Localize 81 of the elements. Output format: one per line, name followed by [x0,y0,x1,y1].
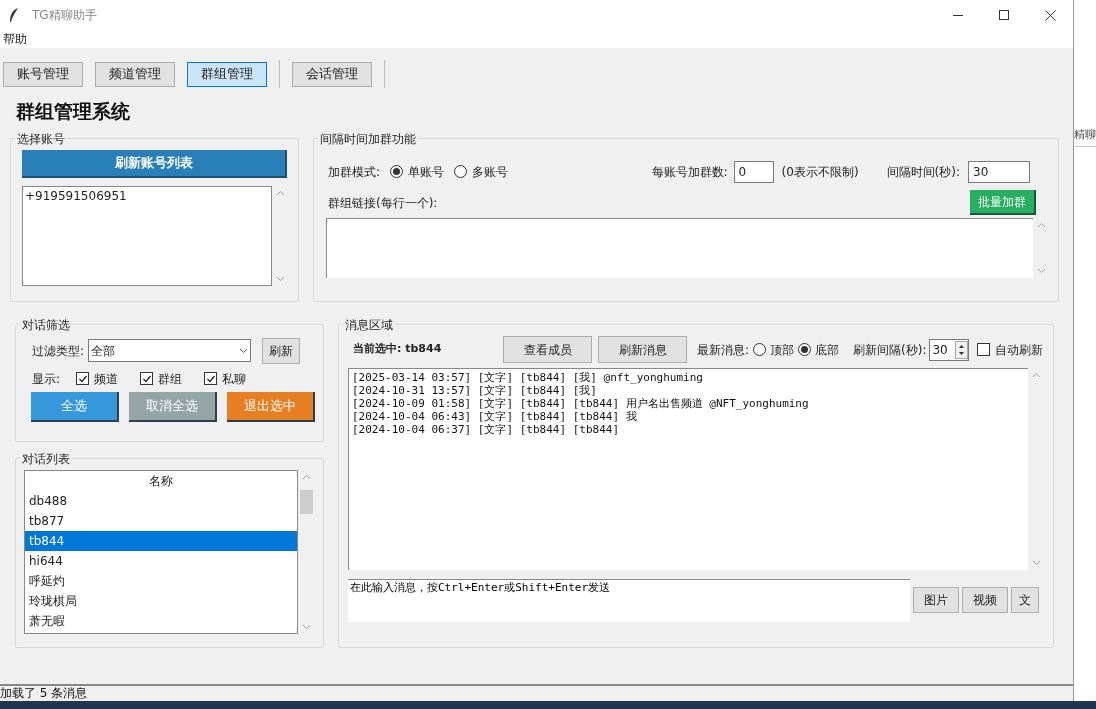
checkbox-label[interactable]: 群组 [158,369,183,388]
mode-label: 加群模式: [328,163,381,181]
filter-type-label: 过滤类型: [32,342,85,360]
conversation-row[interactable]: 萧无暇 [25,610,298,631]
chevron-down-icon [239,347,249,354]
scroll-down-icon[interactable] [1032,559,1041,566]
checkbox[interactable] [140,372,154,385]
conversation-row[interactable]: tb844 [25,530,298,551]
checkbox-label[interactable]: 频道 [94,369,119,388]
interval-field[interactable]: 30 [968,160,1030,183]
tab[interactable]: 账号管理 [3,61,83,87]
conversation-row[interactable]: tb877 [25,510,298,531]
conversation-row[interactable]: hi644 [25,550,298,571]
page-heading: 群组管理系统 [15,99,131,124]
scroll-up-icon[interactable] [1037,221,1046,228]
radio-label[interactable]: 底部 [815,340,840,359]
message-line: [2024-10-04 06:37] [文字] [tb844] [tb844] [352,422,621,436]
group-title: 对话列表 [21,450,71,468]
window-title: TG精聊助手 [32,7,97,24]
account-list[interactable]: +919591506951 [22,185,272,286]
message-log[interactable] [348,367,1028,570]
refresh-interval-spinbox[interactable]: 30 [929,338,970,361]
checkbox[interactable] [204,372,218,385]
menu-item[interactable]: 帮助 [0,30,30,48]
message-input[interactable]: 在此输入消息，按Ctrl+Enter或Shift+Enter发送 [348,578,910,622]
column-header[interactable]: 名称 [25,470,298,491]
message-line: [2024-10-09 01:58] [文字] [tb844] [tb844] 用户名出售频道 @NFT_yonghuming [352,396,810,410]
show-label: 显示: [32,370,61,388]
checkbox[interactable] [76,372,90,385]
scroll-thumb[interactable] [300,489,314,514]
group-title: 选择账号 [16,130,66,148]
current-selection: 当前选中: tb844 [353,341,443,358]
attach-button[interactable]: 图片 [913,587,959,613]
scroll-down-icon[interactable] [302,623,312,630]
message-button[interactable]: 刷新消息 [598,336,687,363]
radio-label[interactable]: 单账号 [408,162,445,181]
scroll-down-icon[interactable] [1037,267,1046,274]
scroll-up-icon[interactable] [1032,371,1041,378]
status-bar: 加载了 5 条消息 [0,684,1073,701]
refresh-accounts-button[interactable]: 刷新账号列表 [22,149,287,178]
refresh-interval-label: 刷新间隔(秒): [853,341,927,359]
group-title: 间隔时间加群功能 [319,130,417,148]
filter-refresh-button[interactable]: 刷新 [262,337,301,364]
feather-icon [8,7,20,23]
message-line: [2024-10-04 06:43] [文字] [tb844] [tb844] 我 [352,409,638,423]
message-button[interactable]: 查看成员 [503,336,592,363]
message-line: [2024-10-31 13:57] [文字] [tb844] [我] [352,383,598,397]
attach-button[interactable]: 文 [1011,587,1039,613]
background-window-text: 精聊 [1074,127,1096,147]
spinner-arrows-icon [955,340,969,359]
tab[interactable]: 群组管理 [187,61,267,87]
checkbox-label[interactable]: 私聊 [222,369,247,388]
message-line: [2025-03-14 03:57] [文字] [tb844] [我] @nft_yonghuming [352,370,704,384]
checkbox[interactable] [977,343,991,356]
tab[interactable]: 频道管理 [95,61,175,87]
scroll-down-icon[interactable] [276,275,285,282]
per-account-label: 每账号加群数: [651,163,728,181]
radio-button[interactable] [753,343,767,356]
scroll-up-icon[interactable] [302,473,312,480]
radio-label[interactable]: 多账号 [472,162,509,181]
filter-type-dropdown[interactable]: 全部 [88,339,252,362]
conversation-row[interactable]: db488 [25,490,298,511]
tab[interactable]: 会话管理 [292,61,372,87]
group-links-field[interactable] [326,217,1033,278]
conversation-row[interactable]: 呼延灼 [25,570,298,591]
radio-button[interactable] [798,343,812,356]
radio-button[interactable] [390,165,404,178]
group-title: 消息区域 [344,316,394,334]
group-title: 对话筛选 [21,316,71,334]
per-account-field[interactable]: 0 [733,160,774,183]
attach-button[interactable]: 视频 [962,587,1008,613]
scroll-up-icon[interactable] [276,189,285,196]
radio-button[interactable] [454,165,468,178]
account-item[interactable]: +919591506951 [25,186,269,205]
links-label: 群组链接(每行一个): [328,194,438,212]
conversation-row[interactable]: 玲珑棋局 [25,590,298,611]
latest-label: 最新消息: [697,341,750,359]
interval-label: 间隔时间(秒): [886,163,960,181]
checkbox-label[interactable]: 自动刷新 [995,340,1044,359]
limit-hint: (0表示不限制) [781,163,859,181]
radio-label[interactable]: 顶部 [770,340,795,359]
